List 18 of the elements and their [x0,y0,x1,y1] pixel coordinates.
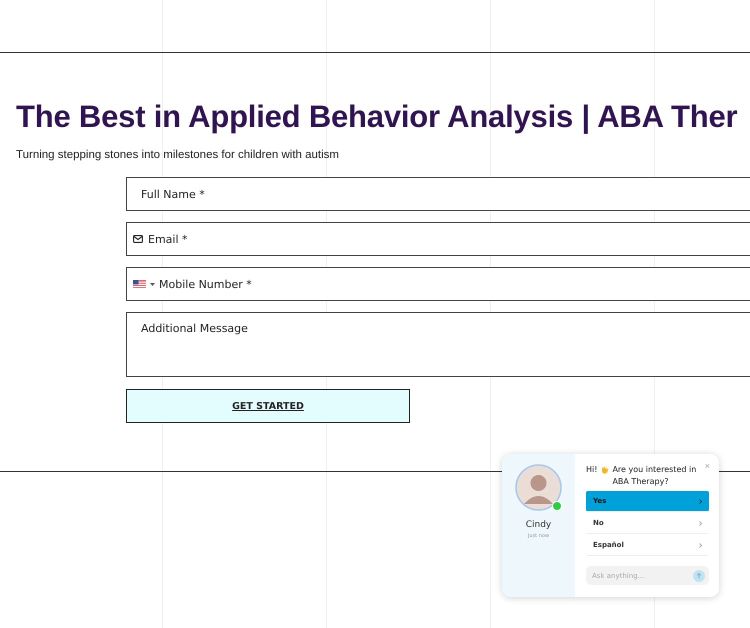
message-field[interactable]: Additional Message [126,312,750,377]
page-title: The Best in Applied Behavior Analysis | ABA Ther [16,99,738,135]
mail-icon [133,235,143,243]
name-field[interactable]: Full Name * [126,177,750,211]
chevron-icon [699,542,702,548]
page-subtitle: Turning stepping stones into milestones for children with autism [16,149,340,161]
get-started-button[interactable]: GET STARTED [126,389,410,423]
greeting-text: Hi! [586,464,598,476]
avatar-icon [515,464,562,511]
caret-icon[interactable] [150,282,155,286]
flag-icon[interactable] [133,280,146,288]
email-field[interactable]: Email * [126,222,750,256]
chevron-icon [699,520,702,526]
waving-hand-icon [600,465,610,474]
agent-name: Cindy [526,520,552,530]
chevron-icon [699,498,702,504]
phone-field[interactable]: Mobile Number * [126,267,750,301]
question-text: Are you interested in ABA Therapy? [612,464,697,488]
